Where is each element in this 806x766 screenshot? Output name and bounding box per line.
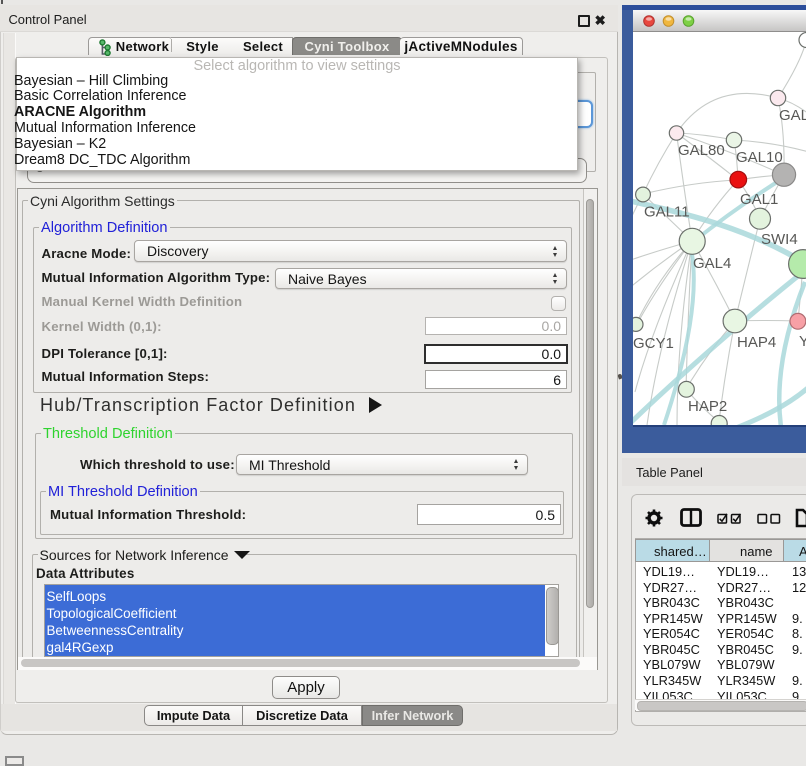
- svg-text:GAL11: GAL11: [644, 204, 690, 221]
- svg-text:GAL10: GAL10: [736, 149, 783, 166]
- svg-text:GAL4: GAL4: [693, 255, 731, 272]
- svg-text:GCY1: GCY1: [633, 335, 674, 352]
- svg-text:GAL1: GAL1: [740, 191, 778, 208]
- svg-text:Y: Y: [799, 333, 806, 350]
- svg-text:SWI4: SWI4: [761, 231, 798, 248]
- svg-text:HAP2: HAP2: [688, 398, 727, 415]
- svg-text:GAL: GAL: [779, 107, 806, 124]
- svg-text:GAL80: GAL80: [678, 142, 725, 159]
- svg-text:HAP4: HAP4: [737, 334, 776, 351]
